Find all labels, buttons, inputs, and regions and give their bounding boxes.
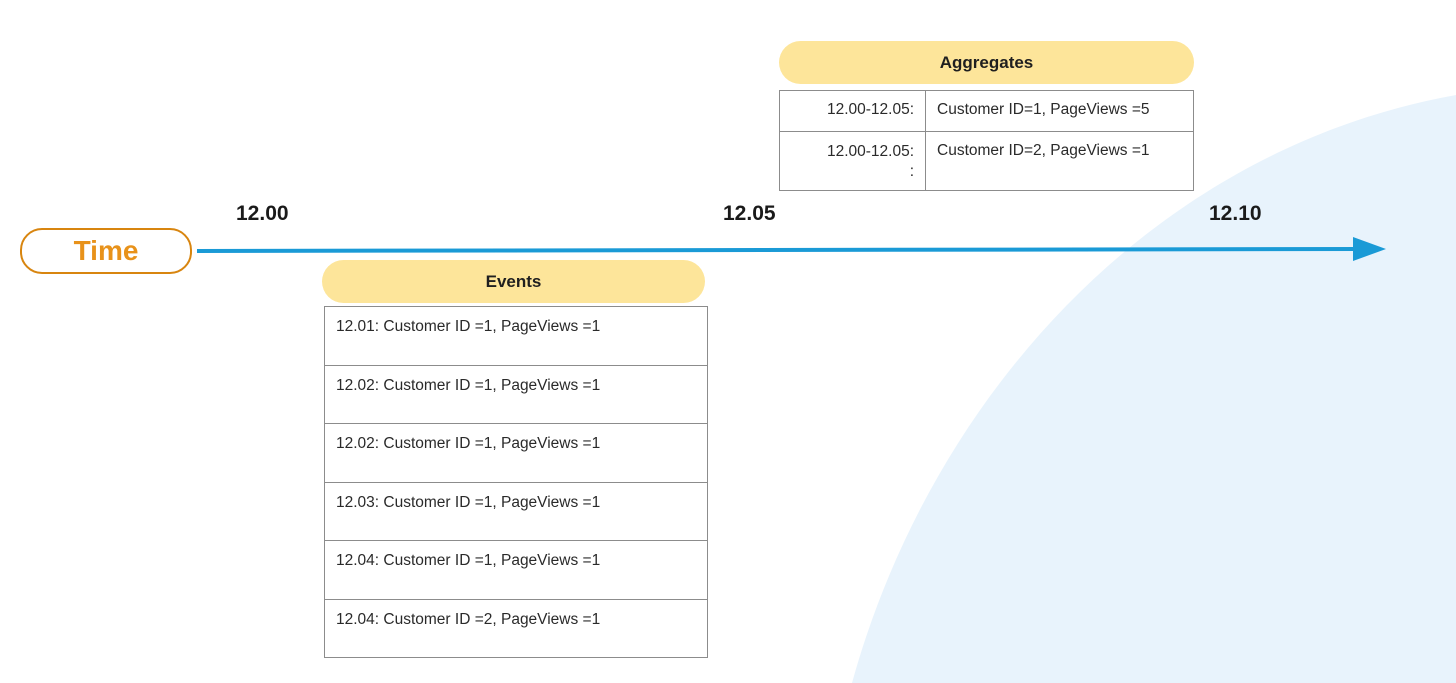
event-row: 12.02: Customer ID =1, PageViews =1: [324, 364, 708, 424]
event-row: 12.04: Customer ID =2, PageViews =1: [324, 598, 708, 658]
tick-label-1205: 12.05: [723, 202, 776, 225]
event-row: 12.04: Customer ID =1, PageViews =1: [324, 540, 708, 600]
aggregate-value: Customer ID=2, PageViews =1: [925, 131, 1194, 191]
background-curve-shape: [852, 95, 1456, 683]
aggregate-row: 12.00-12.05: : Customer ID=2, PageViews …: [779, 131, 1194, 191]
diagram-canvas: Aggregates 12.00-12.05: Customer ID=1, P…: [0, 0, 1456, 683]
time-label-pill: Time: [20, 228, 192, 274]
tick-label-1210: 12.10: [1209, 202, 1262, 225]
aggregates-header: Aggregates: [779, 41, 1194, 84]
aggregate-row: 12.00-12.05: Customer ID=1, PageViews =5: [779, 90, 1194, 132]
tick-label-1200: 12.00: [236, 202, 289, 225]
aggregate-value: Customer ID=1, PageViews =5: [925, 90, 1194, 132]
event-cell: 12.02: Customer ID =1, PageViews =1: [324, 423, 708, 483]
event-cell: 12.03: Customer ID =1, PageViews =1: [324, 481, 708, 541]
event-cell: 12.04: Customer ID =2, PageViews =1: [324, 598, 708, 658]
aggregate-range: 12.00-12.05: :: [779, 131, 926, 191]
event-row: 12.01: Customer ID =1, PageViews =1: [324, 306, 708, 366]
event-cell: 12.04: Customer ID =1, PageViews =1: [324, 540, 708, 600]
events-table: 12.01: Customer ID =1, PageViews =1 12.0…: [324, 306, 708, 658]
aggregates-table: 12.00-12.05: Customer ID=1, PageViews =5…: [779, 90, 1194, 191]
aggregate-range: 12.00-12.05:: [779, 90, 926, 132]
event-cell: 12.02: Customer ID =1, PageViews =1: [324, 364, 708, 424]
event-row: 12.02: Customer ID =1, PageViews =1: [324, 423, 708, 483]
event-cell: 12.01: Customer ID =1, PageViews =1: [324, 306, 708, 366]
events-header: Events: [322, 260, 705, 303]
event-row: 12.03: Customer ID =1, PageViews =1: [324, 481, 708, 541]
